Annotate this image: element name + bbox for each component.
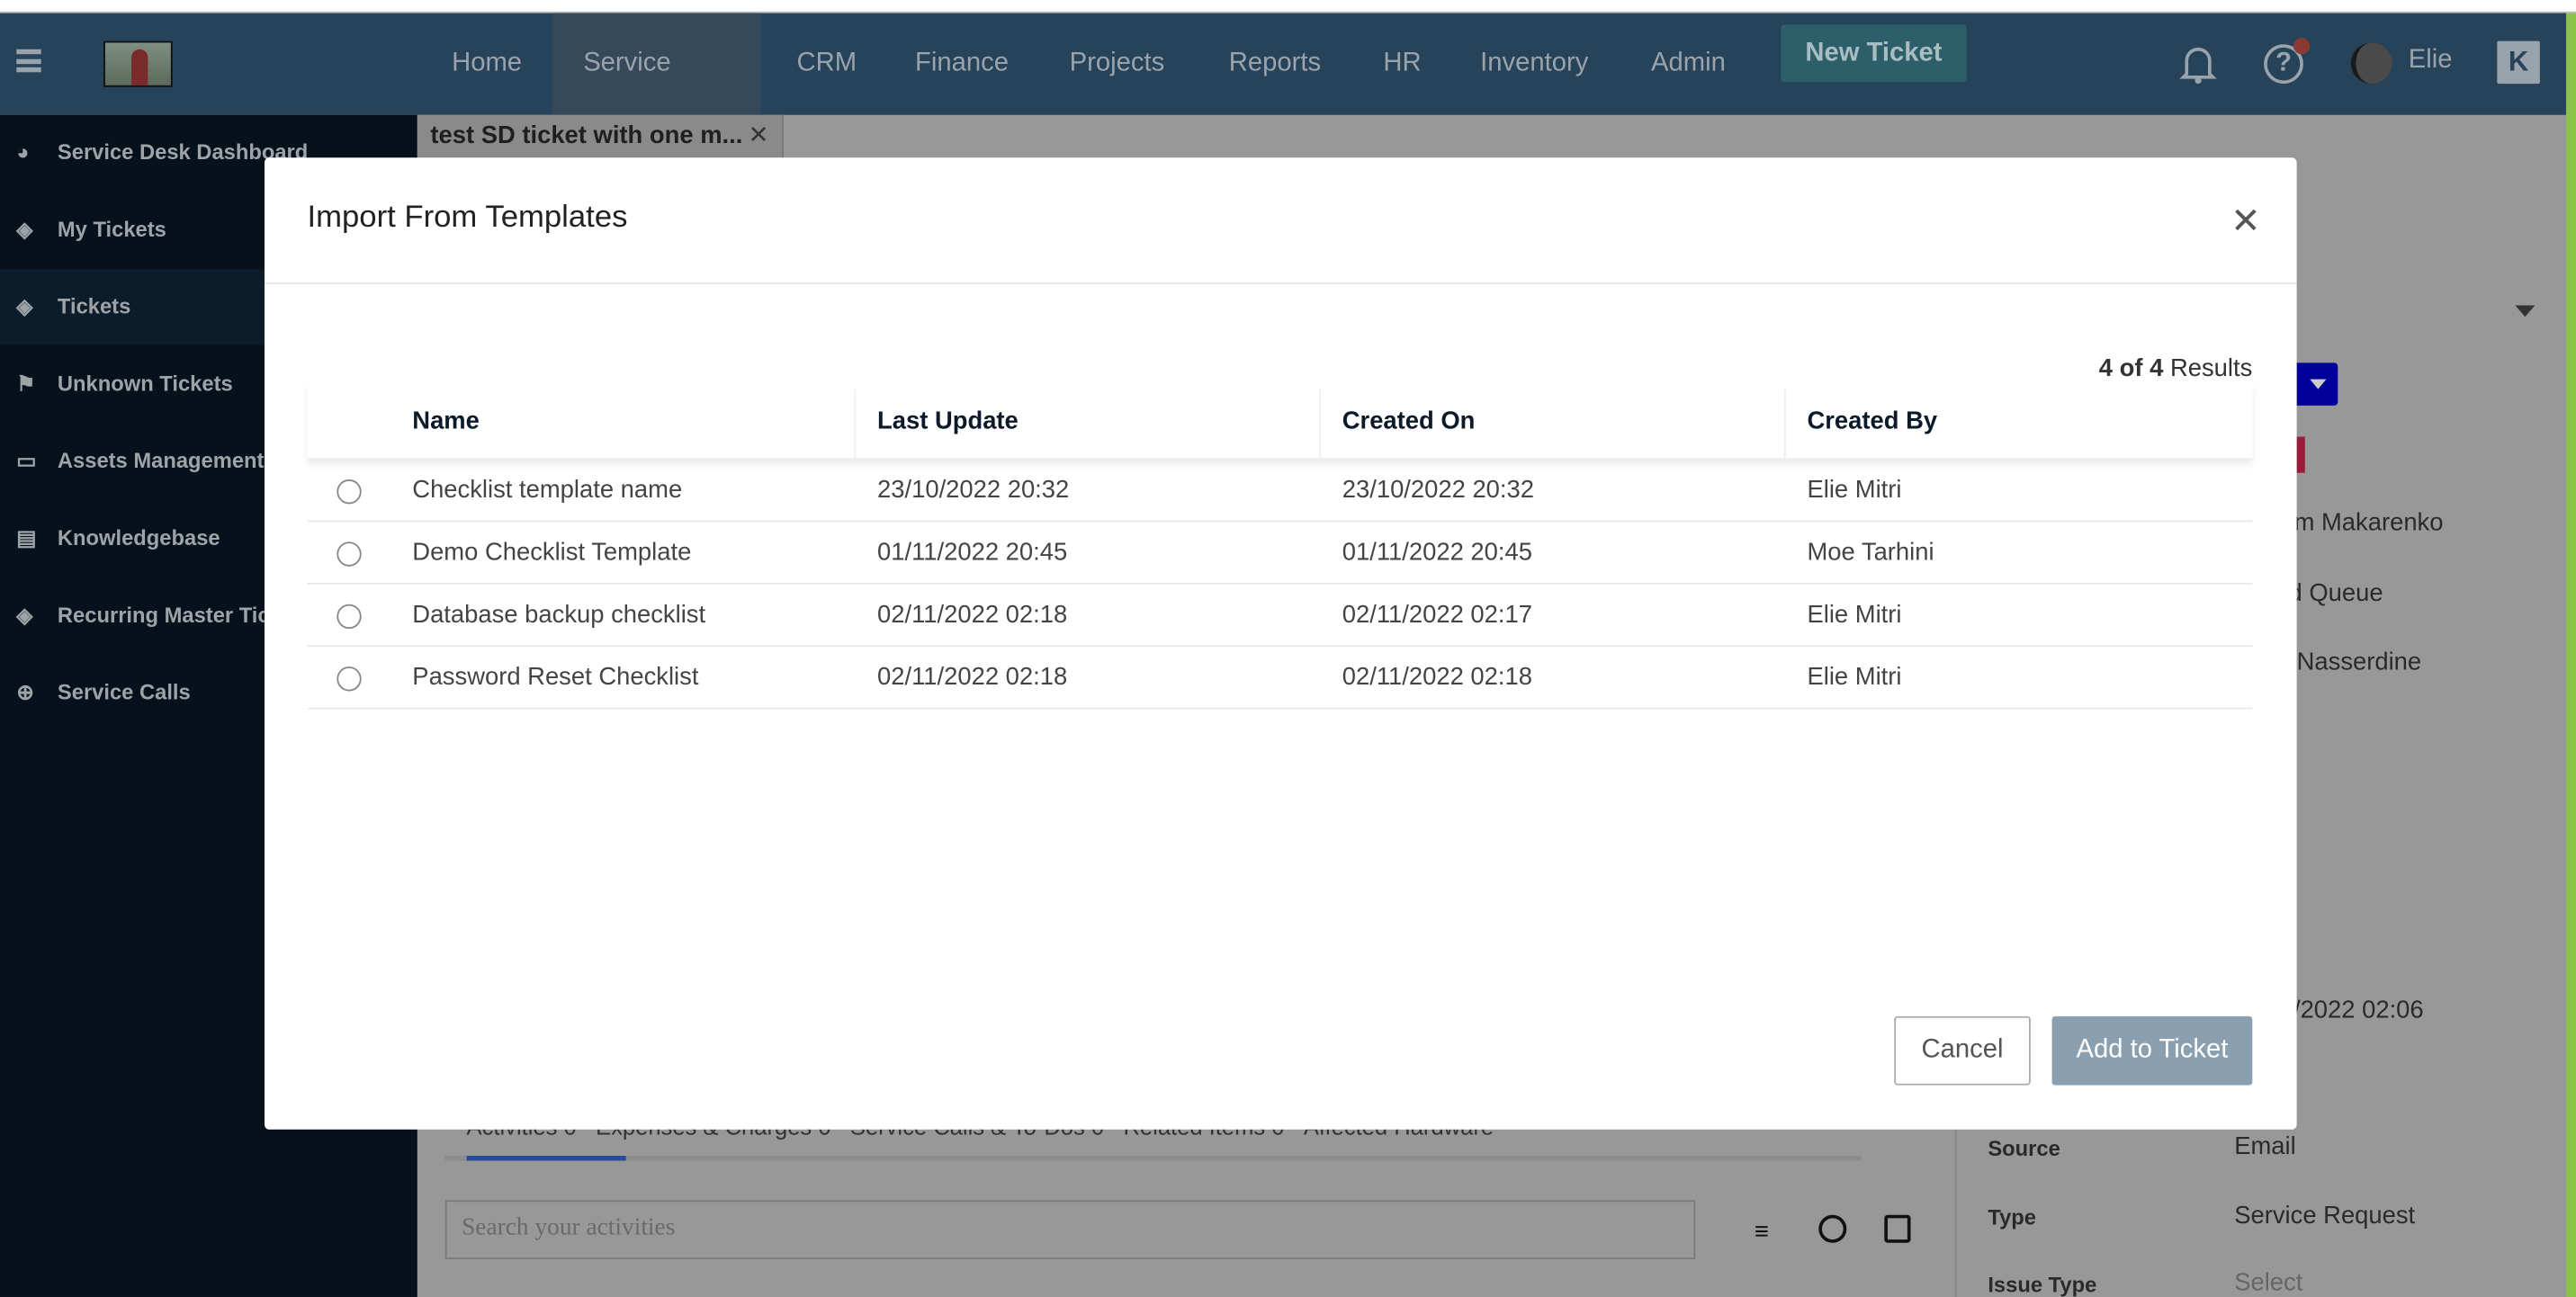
caret-down-icon[interactable] <box>2515 305 2536 318</box>
active-tab-indicator <box>466 1156 626 1161</box>
sidebar-item-label: My Tickets <box>57 216 166 242</box>
table-cell: 01/11/2022 20:45 <box>877 538 1068 567</box>
notification-badge <box>2293 37 2311 55</box>
ticket-icon: ◈ <box>16 216 33 242</box>
sidebar-item-label: Service Calls <box>57 679 191 705</box>
note-icon[interactable] <box>1884 1214 1911 1243</box>
detail-label: Source <box>1988 1136 2060 1161</box>
browser-strip <box>0 0 2576 13</box>
table-cell: Elie Mitri <box>1807 476 1902 505</box>
ticket-icon: ◈ <box>16 293 33 319</box>
avatar[interactable] <box>2350 42 2392 85</box>
add-to-ticket-button[interactable]: Add to Ticket <box>2051 1015 2253 1086</box>
results-label: Results <box>2169 354 2253 383</box>
table-row[interactable]: Password Reset Checklist 02/11/2022 02:18… <box>307 647 2253 710</box>
scrollbar-accent <box>2566 13 2576 1297</box>
detail-value: Email <box>2234 1132 2296 1161</box>
nav-projects[interactable]: Projects <box>1038 13 1196 115</box>
tab-track <box>444 1156 1862 1161</box>
status-dropdown-button[interactable] <box>2296 362 2338 406</box>
results-count: 4 of 4 Results <box>2099 354 2253 382</box>
detail-value: /2022 02:06 <box>2293 996 2424 1024</box>
nav-crm[interactable]: CRM <box>766 13 888 115</box>
laptop-icon: ▭ <box>16 448 37 473</box>
detail-label: Type <box>1988 1204 2037 1230</box>
clock-icon[interactable] <box>1818 1214 1847 1243</box>
ticket-tab[interactable]: test SD ticket with one m... ✕ <box>417 114 784 158</box>
modal-title: Import From Templates <box>307 200 628 236</box>
table-cell: 02/11/2022 02:18 <box>877 601 1068 630</box>
row-radio[interactable] <box>337 666 362 692</box>
search-activities-input[interactable]: Search your activities <box>444 1200 1696 1260</box>
new-ticket-button[interactable]: New Ticket <box>1781 24 1967 83</box>
column-created-by[interactable]: Created By <box>1807 382 1937 460</box>
bell-icon[interactable] <box>2178 42 2218 85</box>
nav-admin[interactable]: Admin <box>1620 13 1756 115</box>
detail-label: Issue Type <box>1988 1272 2097 1297</box>
nav-finance[interactable]: Finance <box>884 13 1039 115</box>
priority-badge <box>2296 436 2305 473</box>
nav-reports[interactable]: Reports <box>1198 13 1352 115</box>
close-icon[interactable]: ✕ <box>2230 201 2263 243</box>
nav-service-desk[interactable]: Service Desk <box>552 13 761 179</box>
table-row[interactable]: Demo Checklist Template 01/11/2022 20:45 0… <box>307 522 2253 585</box>
templates-table: Name Last Update Created On Created By C… <box>307 382 2253 710</box>
column-created-on[interactable]: Created On <box>1342 382 1476 460</box>
app-window: Home Service Desk CRM Finance Projects R… <box>0 0 2576 1297</box>
ticket-icon: ◈ <box>16 602 33 628</box>
detail-value[interactable]: Select <box>2234 1269 2302 1297</box>
user-name[interactable]: Elie <box>2409 46 2453 76</box>
results-number: 4 of 4 <box>2098 354 2164 383</box>
table-cell: Demo Checklist Template <box>412 538 692 567</box>
modal-divider <box>264 282 2297 284</box>
nav-hr[interactable]: HR <box>1352 13 1453 115</box>
row-radio[interactable] <box>337 541 362 567</box>
detail-value: Nasserdine <box>2296 648 2422 677</box>
nav-inventory[interactable]: Inventory <box>1449 13 1620 115</box>
lifebuoy-icon: ⊕ <box>16 679 35 705</box>
table-cell: Password Reset Checklist <box>412 663 699 692</box>
table-cell: Elie Mitri <box>1807 601 1902 630</box>
table-cell: 23/10/2022 20:32 <box>1342 476 1534 505</box>
detail-value: Service Request <box>2234 1202 2416 1230</box>
close-tab-icon[interactable]: ✕ <box>749 115 769 157</box>
table-cell: Checklist template name <box>412 476 683 505</box>
cancel-button[interactable]: Cancel <box>1894 1015 2031 1086</box>
sidebar-item-label: Knowledgebase <box>57 525 220 550</box>
detail-value: im Makarenko <box>2288 508 2444 537</box>
dashboard-icon: ◕ <box>16 139 30 165</box>
column-last-update[interactable]: Last Update <box>877 382 1019 460</box>
sidebar-item-label: Unknown Tickets <box>57 371 233 396</box>
company-logo-image <box>103 40 173 87</box>
detail-value: d Queue <box>2288 579 2383 608</box>
table-cell: Moe Tarhini <box>1807 538 1934 567</box>
row-radio[interactable] <box>337 479 362 505</box>
ticket-tab-label: test SD ticket with one m... <box>430 121 743 150</box>
table-row[interactable]: Database backup checklist 02/11/2022 02:1… <box>307 585 2253 648</box>
flag-icon: ⚑ <box>16 371 36 396</box>
nav-home[interactable]: Home <box>420 13 552 115</box>
sidebar-item-label: Assets Management <box>57 448 265 473</box>
import-templates-modal: Import From Templates ✕ 4 of 4 Results N… <box>264 157 2297 1130</box>
table-header: Name Last Update Created On Created By <box>307 382 2253 461</box>
table-row[interactable]: Checklist template name 23/10/2022 20:32 2… <box>307 460 2253 523</box>
top-navbar: Home Service Desk CRM Finance Projects R… <box>0 13 2567 179</box>
table-cell: Elie Mitri <box>1807 663 1902 692</box>
table-cell: Database backup checklist <box>412 601 706 630</box>
column-name[interactable]: Name <box>412 382 480 460</box>
table-cell: 02/11/2022 02:18 <box>1342 663 1532 692</box>
hamburger-icon[interactable] <box>16 49 41 73</box>
table-cell: 02/11/2022 02:17 <box>1342 601 1532 630</box>
book-icon: ▤ <box>16 525 37 550</box>
table-cell: 23/10/2022 20:32 <box>877 476 1070 505</box>
table-cell: 01/11/2022 20:45 <box>1342 538 1532 567</box>
app-logo[interactable]: K <box>2497 40 2540 85</box>
filter-icon[interactable]: ≡ <box>1755 1218 1769 1246</box>
row-radio[interactable] <box>337 604 362 630</box>
table-cell: 02/11/2022 02:18 <box>877 663 1068 692</box>
sidebar-item-label: Tickets <box>57 293 131 319</box>
